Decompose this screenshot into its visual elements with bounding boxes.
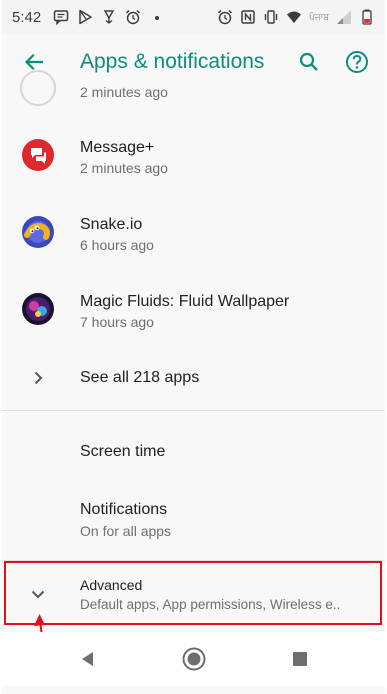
nav-home-button[interactable]: [174, 639, 214, 679]
dot-icon: [149, 9, 165, 25]
snake-io-app-icon: [20, 214, 56, 250]
battery-icon: [359, 9, 375, 25]
app-time: 6 hours ago: [80, 237, 154, 253]
search-icon: [299, 52, 318, 71]
partial-app-row[interactable]: 2 minutes ago: [2, 70, 385, 106]
message-icon: [53, 9, 69, 25]
navigation-bar: [2, 632, 385, 686]
app-time: 7 hours ago: [80, 314, 154, 330]
partial-app-icon: [20, 70, 56, 106]
section-divider: [2, 560, 385, 561]
advanced-title: Advanced: [80, 577, 143, 593]
alarm-icon: [125, 9, 141, 25]
recents-square-icon: [292, 652, 307, 666]
back-triangle-icon: [81, 652, 93, 666]
screen-time-row[interactable]: Screen time: [2, 422, 385, 482]
wifi-icon: [286, 9, 302, 25]
status-time: 5:42: [12, 8, 42, 26]
list-item-message-plus[interactable]: Message+ 2 minutes ago: [2, 127, 385, 183]
advanced-sub: Default apps, App permissions, Wireless …: [80, 597, 341, 612]
app-name: Snake.io: [80, 216, 143, 233]
help-button[interactable]: [333, 38, 381, 86]
home-circle-icon: [182, 647, 205, 671]
section-divider: [2, 410, 385, 411]
search-button[interactable]: [285, 38, 333, 86]
nav-back-button[interactable]: [68, 639, 108, 679]
play-store-icon: [77, 9, 93, 25]
page-title: Apps & notifications: [80, 50, 265, 73]
signal-icon: [336, 9, 352, 25]
screen-time-label: Screen time: [80, 443, 166, 460]
notifications-row[interactable]: Notifications On for all apps: [2, 490, 385, 554]
app-bar: Apps & notifications: [2, 34, 385, 90]
nfc-icon: [240, 9, 256, 25]
vibrate-icon: [263, 9, 279, 25]
list-item-magic-fluids[interactable]: Magic Fluids: Fluid Wallpaper 7 hours ag…: [2, 281, 385, 337]
app-time: 2 minutes ago: [80, 160, 168, 176]
settings-list: 2 minutes ago Message+ 2 minutes ago Sna…: [2, 70, 385, 612]
chevron-down-icon: [20, 576, 56, 612]
magic-fluids-app-icon: [20, 291, 56, 327]
alarm-icon: [217, 9, 233, 25]
chevron-right-icon: [20, 360, 56, 396]
settings-screen: 5:42 ਪੰਜਾਬ Apps & notifications 2 minute…: [2, 0, 385, 694]
help-icon: [346, 51, 368, 73]
notifications-sub: On for all apps: [80, 523, 172, 539]
app-name: Message+: [80, 139, 155, 156]
see-all-apps-row[interactable]: See all 218 apps: [2, 348, 385, 408]
see-all-apps-label: See all 218 apps: [80, 369, 200, 386]
partial-app-time: 2 minutes ago: [80, 84, 168, 100]
list-item-snake-io[interactable]: Snake.io 6 hours ago: [2, 204, 385, 260]
message-plus-app-icon: [20, 137, 56, 173]
download-icon: [101, 9, 117, 25]
carrier-label: ਪੰਜਾਬ: [309, 11, 329, 22]
app-name: Magic Fluids: Fluid Wallpaper: [80, 293, 290, 310]
nav-recents-button[interactable]: [280, 639, 320, 679]
status-bar: 5:42 ਪੰਜਾਬ: [2, 0, 385, 34]
notifications-title: Notifications: [80, 501, 168, 518]
advanced-row[interactable]: Advanced Default apps, App permissions, …: [2, 568, 385, 624]
